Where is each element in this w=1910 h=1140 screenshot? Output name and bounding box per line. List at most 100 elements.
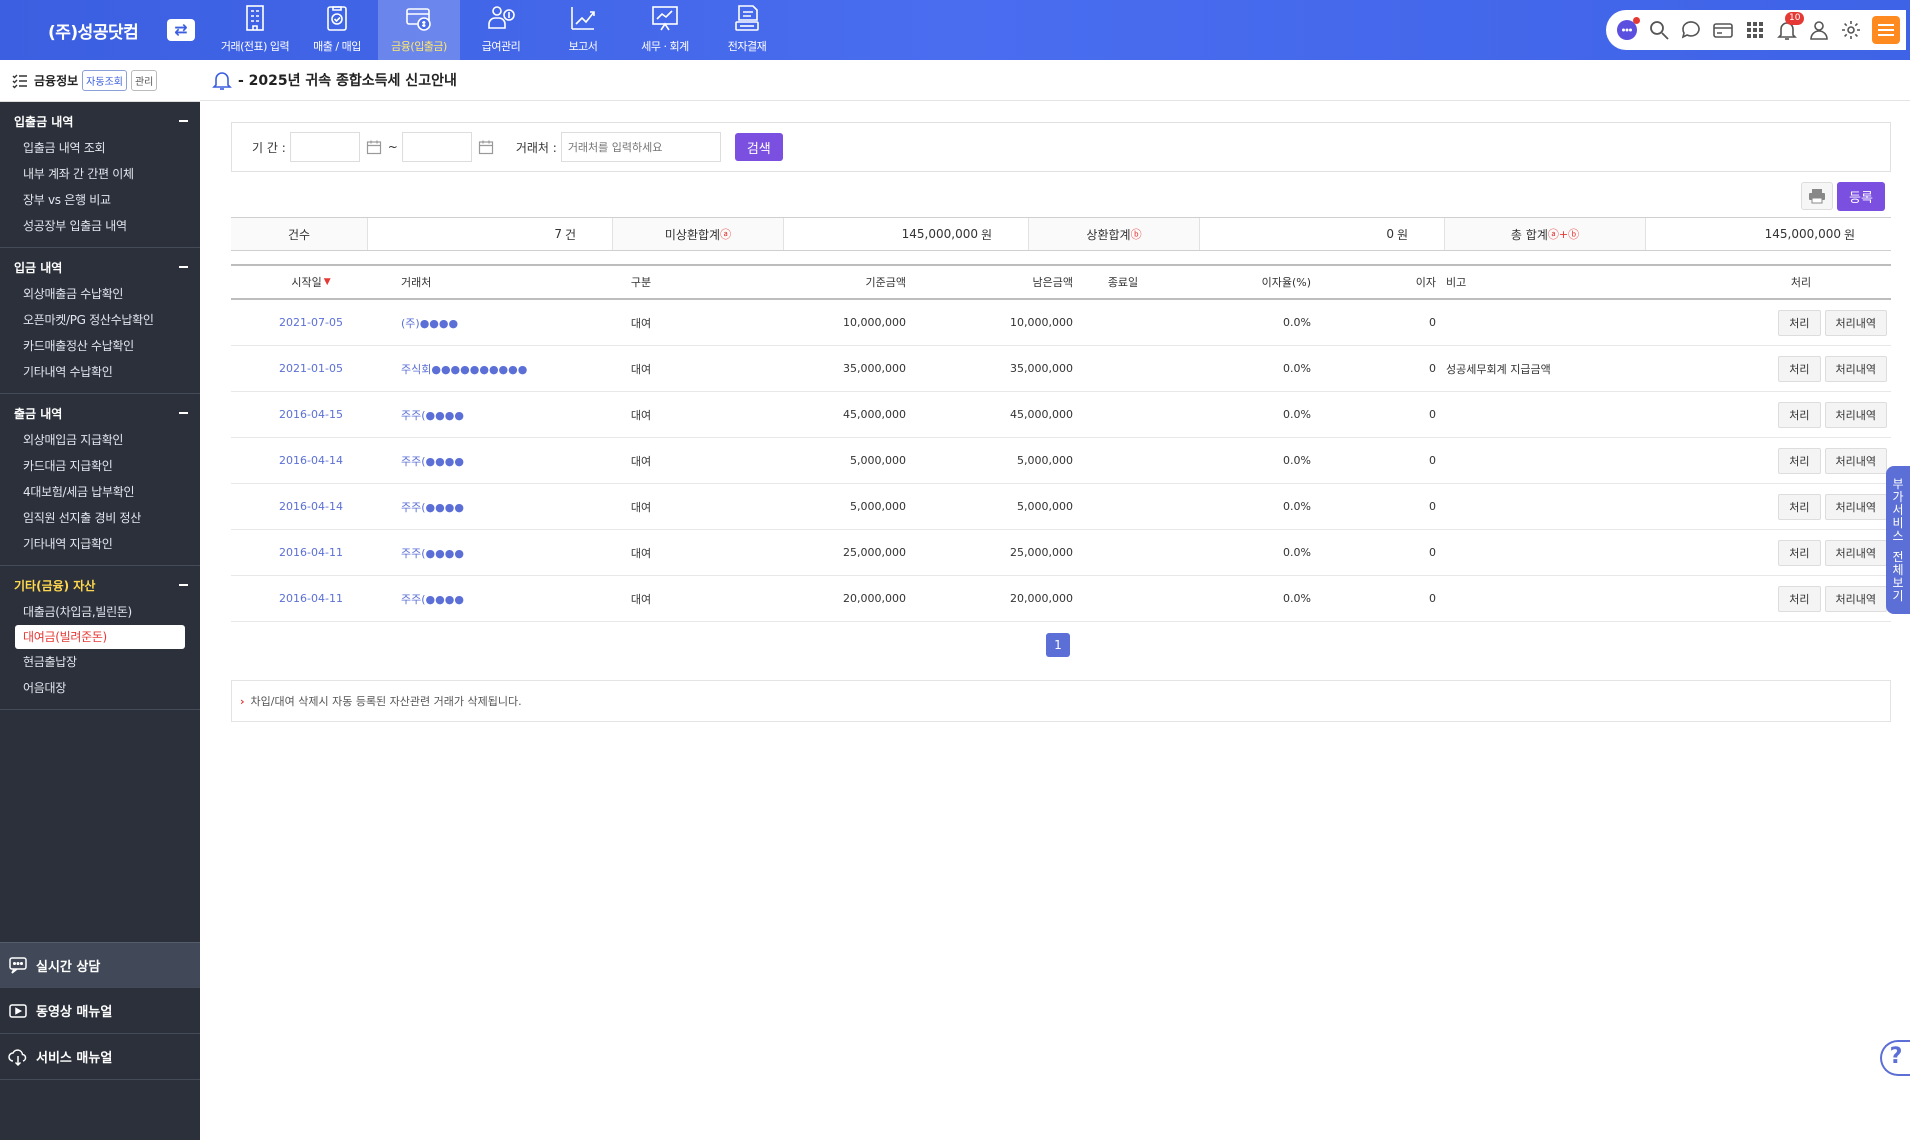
search-icon[interactable]: [1648, 19, 1670, 41]
row-start-date[interactable]: 2016-04-15: [231, 392, 391, 437]
start-date-input[interactable]: [289, 132, 360, 162]
calendar-icon[interactable]: [478, 139, 494, 155]
menu-sales-purchase[interactable]: 매출 / 매입: [296, 0, 378, 60]
menu-reports[interactable]: 보고서: [542, 0, 624, 60]
collapse-icon[interactable]: [179, 584, 188, 586]
video-manual-link[interactable]: 동영상 매뉴얼: [0, 988, 200, 1034]
col-start-date[interactable]: 시작일 ▼: [231, 266, 391, 298]
page-1-button[interactable]: 1: [1046, 633, 1070, 657]
row-vendor[interactable]: (주)●●●●: [401, 300, 601, 345]
report-chart-icon: [571, 7, 595, 30]
company-name[interactable]: (주)성공닷컴: [48, 18, 139, 43]
process-button[interactable]: 처리: [1778, 447, 1821, 474]
sidebar-item[interactable]: 입출금 내역 조회: [0, 135, 200, 161]
row-start-date[interactable]: 2016-04-14: [231, 438, 391, 483]
process-history-button[interactable]: 처리내역: [1824, 493, 1887, 520]
row-vendor[interactable]: 주주(●●●●: [401, 438, 601, 483]
menu-tax-accounting[interactable]: 세무 · 회계: [624, 0, 706, 60]
sidebar-item-loans-lent-active[interactable]: 대여금(빌려준돈): [15, 625, 185, 649]
process-button[interactable]: 처리: [1778, 585, 1821, 612]
menu-e-approval[interactable]: 전자결재: [706, 0, 788, 60]
sidebar-item[interactable]: 카드매출정산 수납확인: [0, 333, 200, 359]
sidebar-item[interactable]: 성공장부 입출금 내역: [0, 213, 200, 239]
row-remaining-amount: 10,000,000: [1010, 316, 1073, 329]
live-consult-link[interactable]: 실시간 상담: [0, 942, 200, 988]
company-switch-icon[interactable]: ⇄: [167, 19, 195, 41]
sidebar-item[interactable]: 4대보험/세금 납부확인: [0, 479, 200, 505]
auto-lookup-button[interactable]: 자동조회: [82, 70, 127, 91]
sidebar-group-title[interactable]: 입출금 내역: [0, 112, 200, 130]
sidebar-group-title[interactable]: 기타(금융) 자산: [0, 576, 200, 594]
table-header: 시작일 ▼ 거래처 구분 기준금액 남은금액 종료일 이자율(%) 이자 비고 처…: [231, 264, 1891, 300]
user-icon[interactable]: [1808, 19, 1830, 41]
calendar-icon[interactable]: [366, 139, 382, 155]
end-date-input[interactable]: [401, 132, 472, 162]
unpaid-total-value: 145,000,000 원: [783, 218, 1029, 250]
process-history-button[interactable]: 처리내역: [1824, 585, 1887, 612]
process-button[interactable]: 처리: [1778, 401, 1821, 428]
sidebar-item[interactable]: 외상매입금 지급확인: [0, 427, 200, 453]
collapse-icon[interactable]: [179, 412, 188, 414]
search-button[interactable]: 검색: [734, 133, 783, 161]
menu-transaction-entry[interactable]: 거래(전표) 입력: [214, 0, 296, 60]
row-vendor[interactable]: 주주(●●●●: [401, 484, 601, 529]
manage-button[interactable]: 관리: [130, 70, 158, 91]
sidebar-item[interactable]: 임직원 선지출 경비 정산: [0, 505, 200, 531]
process-history-button[interactable]: 처리내역: [1824, 309, 1887, 336]
sidebar-item[interactable]: 대출금(차입금,빌린돈): [0, 599, 200, 625]
row-vendor[interactable]: 주주(●●●●: [401, 530, 601, 575]
row-vendor[interactable]: 주주(●●●●: [401, 392, 601, 437]
row-vendor[interactable]: 주식회●●●●●●●●●●: [401, 346, 601, 391]
hamburger-menu-icon[interactable]: [1872, 16, 1900, 44]
register-button[interactable]: 등록: [1837, 182, 1885, 211]
sidebar-item[interactable]: 기타내역 지급확인: [0, 531, 200, 557]
row-start-date[interactable]: 2016-04-11: [231, 530, 391, 575]
process-button[interactable]: 처리: [1778, 539, 1821, 566]
service-manual-link[interactable]: 서비스 매뉴얼: [0, 1034, 200, 1080]
process-history-button[interactable]: 처리내역: [1824, 539, 1887, 566]
sidebar-item[interactable]: 외상매출금 수납확인: [0, 281, 200, 307]
sidebar-item[interactable]: 내부 계좌 간 간편 이체: [0, 161, 200, 187]
menu-payroll[interactable]: 급여관리: [460, 0, 542, 60]
card-icon[interactable]: [1712, 19, 1734, 41]
help-icon[interactable]: ?: [1880, 1040, 1910, 1076]
sidebar-item[interactable]: 기타내역 수납확인: [0, 359, 200, 385]
print-button[interactable]: [1801, 182, 1833, 210]
sidebar-group-title[interactable]: 입금 내역: [0, 258, 200, 276]
row-memo: 성공세무회계 지급금액: [1446, 362, 1551, 376]
row-vendor[interactable]: 주주(●●●●: [401, 576, 601, 621]
row-start-date[interactable]: 2016-04-14: [231, 484, 391, 529]
collapse-icon[interactable]: [179, 120, 188, 122]
collapse-icon[interactable]: [179, 266, 188, 268]
menu-finance[interactable]: 금융(입출금): [378, 0, 460, 60]
process-history-button[interactable]: 처리내역: [1824, 447, 1887, 474]
sidebar-item[interactable]: 장부 vs 은행 비교: [0, 187, 200, 213]
footer-note-text: 차입/대여 삭제시 자동 등록된 자산관련 거래가 삭제됩니다.: [250, 695, 522, 708]
table-row: 2021-07-05 (주)●●●● 대여 10,000,000 10,000,000 0…: [231, 300, 1891, 346]
ai-assistant-button[interactable]: [1616, 17, 1640, 41]
apps-grid-icon[interactable]: [1744, 19, 1766, 41]
extra-services-tab[interactable]: 부가서비스 전체보기: [1886, 466, 1910, 614]
row-start-date[interactable]: 2016-04-11: [231, 576, 391, 621]
row-start-date[interactable]: 2021-01-05: [231, 346, 391, 391]
process-button[interactable]: 처리: [1778, 355, 1821, 382]
row-start-date[interactable]: 2021-07-05: [231, 300, 391, 345]
process-button[interactable]: 처리: [1778, 493, 1821, 520]
menu-label: 금융(입출금): [391, 40, 447, 53]
sidebar-group-title[interactable]: 출금 내역: [0, 404, 200, 422]
utility-bar: 10: [1606, 10, 1906, 50]
sidebar-item[interactable]: 어음대장: [0, 675, 200, 701]
sidebar-item[interactable]: 현금출납장: [0, 649, 200, 675]
sidebar-item[interactable]: 오픈마켓/PG 정산수납확인: [0, 307, 200, 333]
vendor-search-input[interactable]: [560, 132, 721, 162]
sort-desc-icon[interactable]: ▼: [324, 277, 331, 287]
notice-banner[interactable]: - 2025년 귀속 종합소득세 신고안내: [212, 70, 457, 90]
table-row: 2016-04-14 주주(●●●● 대여 5,000,000 5,000,000 0.0…: [231, 438, 1891, 484]
process-history-button[interactable]: 처리내역: [1824, 355, 1887, 382]
gear-icon[interactable]: [1840, 19, 1862, 41]
process-history-button[interactable]: 처리내역: [1824, 401, 1887, 428]
chat-bubble-icon[interactable]: [1680, 19, 1702, 41]
notifications-button[interactable]: 10: [1776, 12, 1805, 41]
sidebar-item[interactable]: 카드대금 지급확인: [0, 453, 200, 479]
process-button[interactable]: 처리: [1778, 309, 1821, 336]
